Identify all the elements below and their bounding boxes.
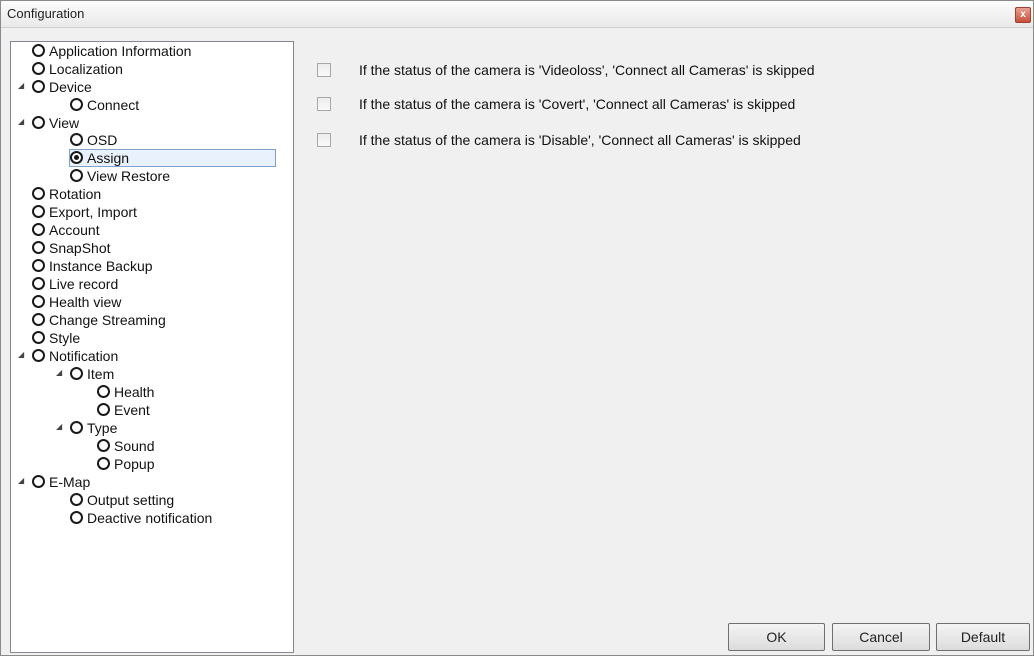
tree-item-style[interactable]: Style [31, 329, 83, 347]
ok-button[interactable]: OK [728, 623, 825, 651]
radio-icon [32, 475, 45, 488]
radio-icon [32, 223, 45, 236]
radio-icon [70, 511, 83, 524]
expander-icon[interactable]: ◢ [18, 78, 28, 94]
radio-icon [32, 80, 45, 93]
radio-icon [70, 169, 83, 182]
radio-icon [70, 421, 83, 434]
covert-checkbox[interactable] [317, 97, 331, 111]
expander-icon[interactable]: ◢ [56, 365, 66, 381]
option-label: If the status of the camera is 'Covert',… [359, 96, 796, 112]
disable-checkbox[interactable] [317, 133, 331, 147]
radio-icon [32, 187, 45, 200]
radio-icon [32, 331, 45, 344]
tree-item-account[interactable]: Account [31, 221, 103, 239]
configuration-window: Configuration x Application Information … [0, 0, 1034, 656]
tree-item-instance-backup[interactable]: Instance Backup [31, 257, 156, 275]
tree-item-type[interactable]: Type [69, 419, 120, 437]
expander-icon[interactable]: ◢ [56, 419, 66, 435]
radio-icon [32, 62, 45, 75]
tree-item-application-information[interactable]: Application Information [31, 42, 194, 60]
radio-icon [32, 205, 45, 218]
tree-item-popup[interactable]: Popup [96, 455, 157, 473]
tree-item-localization[interactable]: Localization [31, 60, 126, 78]
tree-item-rotation[interactable]: Rotation [31, 185, 104, 203]
tree-item-osd[interactable]: OSD [69, 131, 120, 149]
tree-item-change-streaming[interactable]: Change Streaming [31, 311, 169, 329]
tree-item-sound[interactable]: Sound [96, 437, 157, 455]
tree-item-notification[interactable]: Notification [31, 347, 121, 365]
tree-item-assign[interactable]: Assign [69, 149, 277, 167]
tree-item-view[interactable]: View [31, 114, 82, 132]
radio-icon [97, 385, 110, 398]
tree-item-device[interactable]: Device [31, 78, 95, 96]
radio-icon [70, 367, 83, 380]
tree-item-event[interactable]: Event [96, 401, 153, 419]
tree-item-export-import[interactable]: Export, Import [31, 203, 140, 221]
option-label: If the status of the camera is 'Disable'… [359, 132, 801, 148]
settings-tree[interactable]: Application Information Localization ◢ D… [10, 41, 294, 653]
option-label: If the status of the camera is 'Videolos… [359, 62, 815, 78]
window-title: Configuration [7, 6, 85, 21]
tree-item-output-setting[interactable]: Output setting [69, 491, 177, 509]
tree-item-view-restore[interactable]: View Restore [69, 167, 173, 185]
expander-icon[interactable]: ◢ [18, 114, 28, 130]
radio-icon [97, 403, 110, 416]
radio-icon [32, 241, 45, 254]
tree-item-item[interactable]: Item [69, 365, 117, 383]
default-button[interactable]: Default [936, 623, 1030, 651]
title-bar: Configuration x [1, 1, 1033, 28]
radio-icon [70, 133, 83, 146]
radio-icon [32, 295, 45, 308]
close-button[interactable]: x [1015, 7, 1031, 23]
radio-icon [70, 98, 83, 111]
radio-icon [32, 277, 45, 290]
tree-item-e-map[interactable]: E-Map [31, 473, 93, 491]
radio-icon [32, 313, 45, 326]
radio-icon [97, 457, 110, 470]
cancel-button[interactable]: Cancel [832, 623, 930, 651]
tree-item-health-view[interactable]: Health view [31, 293, 124, 311]
tree-item-health[interactable]: Health [96, 383, 157, 401]
expander-icon[interactable]: ◢ [18, 473, 28, 489]
tree-item-deactive-notification[interactable]: Deactive notification [69, 509, 215, 527]
radio-icon [32, 349, 45, 362]
radio-checked-icon [70, 151, 83, 164]
tree-item-connect[interactable]: Connect [69, 96, 142, 114]
videoloss-checkbox[interactable] [317, 63, 331, 77]
radio-icon [97, 439, 110, 452]
tree-item-snapshot[interactable]: SnapShot [31, 239, 114, 257]
close-icon: x [1020, 9, 1026, 20]
radio-icon [32, 259, 45, 272]
tree-item-live-record[interactable]: Live record [31, 275, 121, 293]
expander-icon[interactable]: ◢ [18, 347, 28, 363]
radio-icon [32, 116, 45, 129]
radio-icon [70, 493, 83, 506]
radio-icon [32, 44, 45, 57]
